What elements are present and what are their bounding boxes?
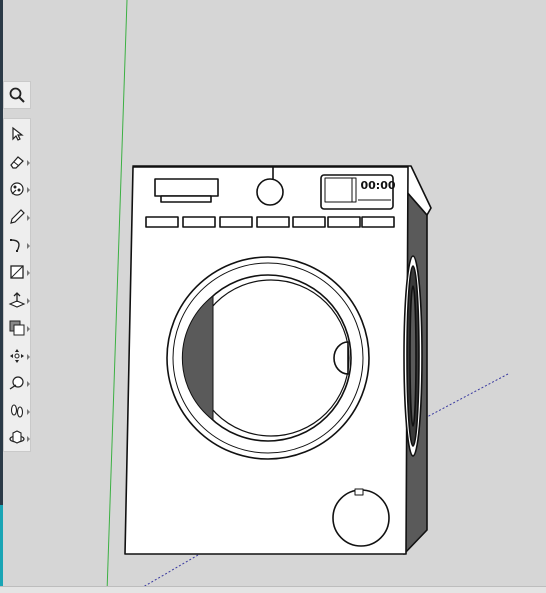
search-tool-button[interactable] bbox=[4, 82, 30, 108]
search-toolbar bbox=[3, 81, 31, 109]
control-button bbox=[219, 216, 253, 228]
tape-measure-icon bbox=[9, 376, 24, 390]
door-glass bbox=[192, 279, 350, 437]
move-tool-button[interactable] bbox=[4, 343, 30, 369]
model-canvas[interactable] bbox=[3, 0, 546, 592]
move-icon bbox=[10, 349, 24, 363]
filter-cap bbox=[332, 489, 390, 547]
tape-measure-tool-button[interactable] bbox=[4, 370, 30, 396]
rectangle-tool-button[interactable] bbox=[4, 259, 30, 285]
push-pull-tool-button[interactable] bbox=[4, 287, 30, 313]
offset-tool-button[interactable] bbox=[4, 315, 30, 341]
side-porthole-inner bbox=[409, 285, 417, 427]
paint-bucket-icon bbox=[10, 182, 24, 196]
walk-tool-button[interactable] bbox=[4, 398, 30, 424]
detergent-drawer bbox=[154, 178, 219, 197]
pencil-icon bbox=[10, 209, 25, 224]
rectangle-icon bbox=[10, 265, 24, 279]
orbit-icon bbox=[9, 430, 25, 444]
display-time: 00:00 bbox=[360, 179, 396, 192]
blue-axis-line bbox=[424, 373, 509, 419]
blue-axis-line-lower bbox=[137, 554, 199, 591]
select-tool-button[interactable] bbox=[4, 121, 30, 147]
orbit-tool-button[interactable] bbox=[4, 425, 30, 451]
control-button bbox=[327, 216, 361, 228]
eraser-icon bbox=[10, 156, 24, 169]
control-button bbox=[361, 216, 395, 228]
control-button bbox=[182, 216, 216, 228]
washing-machine-model[interactable] bbox=[124, 165, 432, 555]
push-pull-icon bbox=[8, 292, 26, 308]
control-button bbox=[292, 216, 326, 228]
arrow-cursor-icon bbox=[12, 126, 24, 141]
control-button bbox=[256, 216, 290, 228]
detergent-drawer-handle bbox=[160, 195, 212, 203]
display-screen bbox=[324, 177, 357, 203]
program-dial-knob bbox=[256, 178, 284, 206]
paint-bucket-tool-button[interactable] bbox=[4, 176, 30, 202]
arc-tool-button[interactable] bbox=[4, 232, 30, 258]
control-button bbox=[145, 216, 179, 228]
eraser-tool-button[interactable] bbox=[4, 149, 30, 175]
filter-cap-tab bbox=[354, 488, 364, 496]
pencil-tool-button[interactable] bbox=[4, 204, 30, 230]
magnifier-icon bbox=[9, 87, 25, 103]
3d-viewport[interactable]: 00:00 bbox=[3, 0, 546, 592]
green-axis-line bbox=[106, 0, 128, 592]
footprints-icon bbox=[10, 404, 24, 418]
tools-toolbar bbox=[3, 118, 31, 452]
offset-icon bbox=[9, 320, 25, 336]
arc-icon bbox=[10, 239, 20, 252]
